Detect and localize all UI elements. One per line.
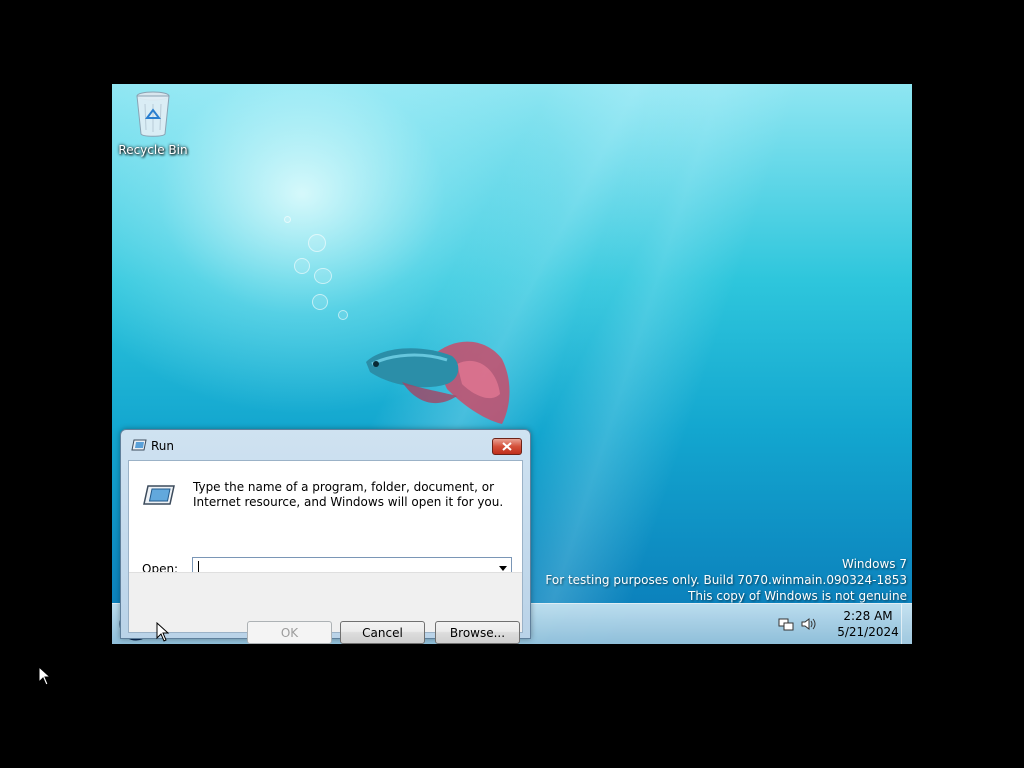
recycle-bin-icon (136, 91, 170, 137)
network-icon[interactable] (778, 616, 794, 632)
watermark-build: For testing purposes only. Build 7070.wi… (545, 573, 907, 587)
close-icon (502, 442, 512, 451)
run-dialog: Run Type the name of a program, folder, … (120, 429, 531, 644)
browse-button[interactable]: Browse... (435, 621, 520, 644)
dialog-body: Type the name of a program, folder, docu… (128, 460, 523, 644)
bubble (314, 268, 332, 284)
bubble (294, 258, 310, 274)
bubble (312, 294, 328, 310)
volume-icon[interactable] (800, 616, 816, 632)
recycle-bin-label: Recycle Bin (118, 143, 188, 157)
close-button[interactable] (492, 438, 522, 455)
bubble (284, 216, 291, 223)
clock-time: 2:28 AM (843, 609, 893, 623)
dialog-description: Type the name of a program, folder, docu… (193, 480, 504, 509)
cancel-button[interactable]: Cancel (340, 621, 425, 644)
recycle-bin-shortcut[interactable]: Recycle Bin (118, 90, 188, 157)
dialog-title: Run (151, 439, 175, 453)
betta-fish-image (366, 341, 510, 424)
mouse-cursor-icon (38, 666, 52, 686)
notification-area: 2:28 AM 5/21/2024 (778, 604, 900, 644)
ok-button[interactable]: OK (247, 621, 332, 644)
run-program-icon (143, 485, 175, 505)
bubble (338, 310, 348, 320)
clock[interactable]: 2:28 AM 5/21/2024 (836, 608, 900, 640)
clock-date: 5/21/2024 (837, 625, 899, 639)
show-desktop-button[interactable] (901, 604, 912, 644)
mouse-cursor-icon (156, 622, 170, 642)
windows-watermark: Windows 7 For testing purposes only. Bui… (545, 556, 907, 604)
run-title-icon (131, 439, 147, 451)
bubble (308, 234, 326, 252)
watermark-os-name: Windows 7 (841, 557, 907, 571)
dropdown-arrow-icon[interactable] (499, 566, 507, 571)
watermark-genuine-notice: This copy of Windows is not genuine (688, 589, 907, 603)
